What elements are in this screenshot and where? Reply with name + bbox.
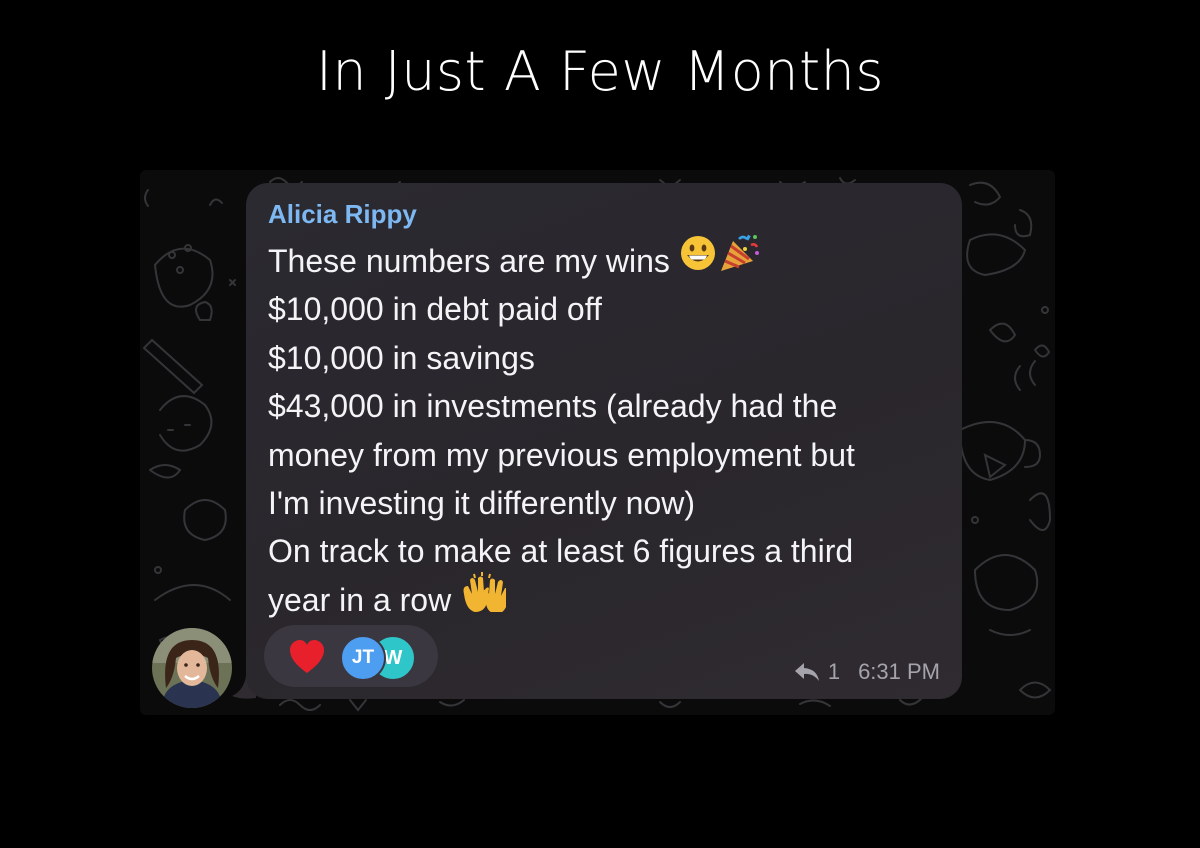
message-time: 6:31 PM: [858, 659, 940, 684]
message-meta: 1 6:31 PM: [794, 659, 940, 685]
party-popper-icon: [717, 233, 761, 286]
message-line: money from my previous employment but: [268, 436, 855, 473]
headline: In Just A Few Months: [315, 40, 885, 103]
message-line: $43,000 in investments (already had the: [268, 388, 838, 425]
reaction-user-avatar[interactable]: JT: [340, 635, 386, 681]
reactions-pill[interactable]: W JT: [264, 625, 438, 687]
heart-icon[interactable]: [288, 639, 326, 675]
message-bubble[interactable]: Alicia Rippy These numbers are my wins $…: [246, 183, 962, 699]
message-text: These numbers are my wins $10,000 in deb…: [268, 234, 948, 624]
message-line: $10,000 in savings: [268, 339, 535, 376]
grinning-face-icon: [679, 234, 717, 285]
raising-hands-icon: [460, 571, 510, 625]
page: In Just A Few Months Alicia Rippy These …: [0, 0, 1200, 848]
message-line: I'm investing it differently now): [268, 484, 696, 521]
reply-count[interactable]: 1: [828, 659, 840, 685]
message-line: $10,000 in debt paid off: [268, 291, 602, 328]
avatar[interactable]: [152, 628, 232, 708]
reply-arrow-icon[interactable]: [794, 662, 820, 682]
message-line: year in a row: [268, 571, 948, 624]
sender-name[interactable]: Alicia Rippy: [268, 199, 417, 230]
message-line: These numbers are my wins: [268, 234, 948, 285]
message-line: On track to make at least 6 figures a th…: [268, 533, 854, 570]
user-photo-avatar: [152, 628, 232, 708]
